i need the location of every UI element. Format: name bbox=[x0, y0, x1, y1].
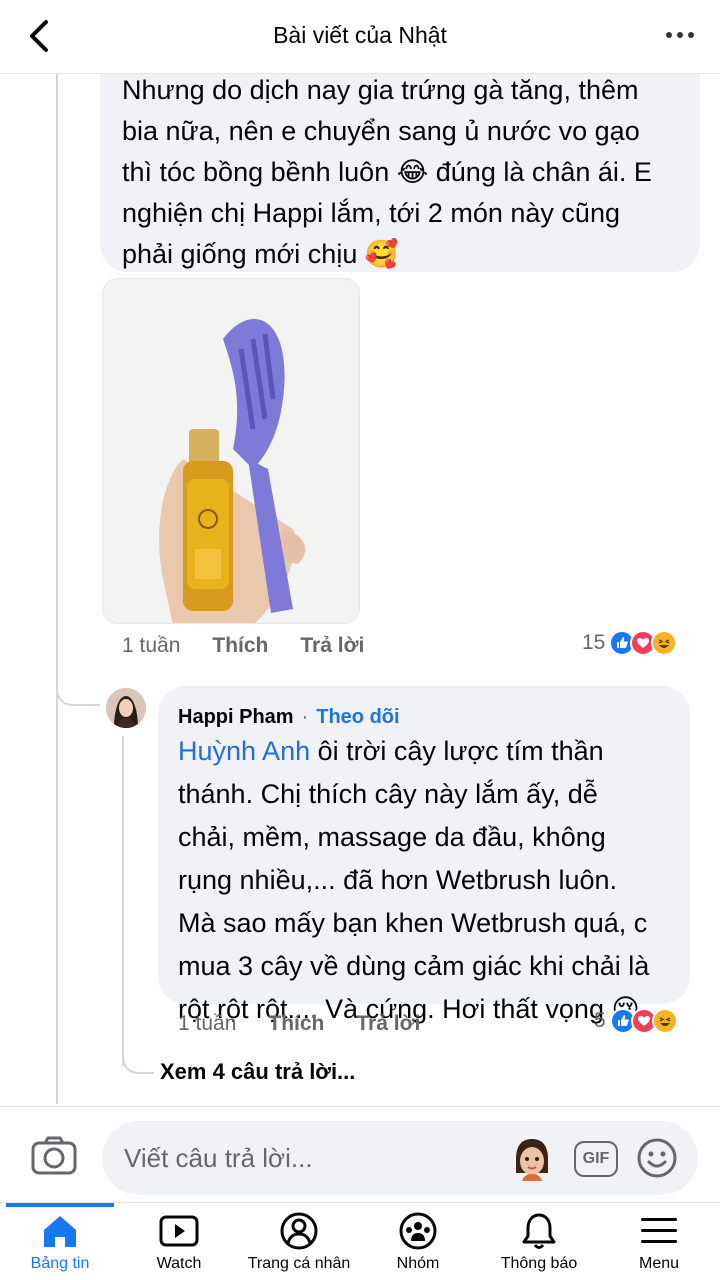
reply-line: Huỳnh Anh ôi trời cây lược tím thần bbox=[178, 731, 670, 772]
more-dot-icon bbox=[666, 32, 672, 38]
user-avatar-image bbox=[106, 688, 146, 728]
comment-line: nghiện chị Happi lắm, tới 2 món này cũng bbox=[122, 198, 620, 228]
reaction-count: 15 bbox=[582, 631, 606, 654]
comment-photo[interactable] bbox=[102, 278, 360, 624]
profile-icon bbox=[280, 1212, 318, 1250]
comment-line: bia nữa, nên e chuyển sang ủ nước vo gạo bbox=[122, 116, 640, 146]
view-more-replies-link[interactable]: Xem 4 câu trả lời... bbox=[160, 1059, 355, 1085]
home-icon bbox=[44, 1216, 76, 1247]
tab-label: Thông báo bbox=[500, 1255, 578, 1272]
tab-groups[interactable]: Nhóm bbox=[358, 1211, 478, 1273]
reply-placeholder: Viết câu trả lời... bbox=[124, 1143, 313, 1173]
author-name[interactable]: Happi Pham bbox=[178, 706, 294, 729]
comment-line: thì tóc bồng bềnh luôn 😂 đúng là chân ái… bbox=[122, 157, 652, 187]
reaction-summary[interactable]: 15 bbox=[582, 630, 678, 656]
reply-comment-button[interactable]: Trả lời bbox=[300, 634, 364, 658]
tab-watch[interactable]: Watch bbox=[119, 1211, 239, 1273]
reply-time: 1 tuần bbox=[178, 1012, 237, 1035]
active-tab-indicator bbox=[6, 1203, 114, 1207]
tab-label: Menu bbox=[638, 1255, 680, 1272]
page-title: Bài viết của Nhật bbox=[273, 22, 447, 48]
reply-actions: 1 tuần Thích Trả lời bbox=[178, 1012, 420, 1036]
separator-dot: · bbox=[301, 706, 309, 728]
groups-icon bbox=[399, 1212, 437, 1250]
avatar[interactable] bbox=[106, 688, 146, 728]
reply-reaction-summary[interactable]: 5 bbox=[594, 1008, 678, 1034]
camera-icon bbox=[31, 1136, 77, 1175]
reply-author-row: Happi Pham · Theo dõi bbox=[178, 706, 670, 729]
reply-line: mua 3 cây về dùng cảm giác khi chải là bbox=[178, 951, 650, 981]
reply-input[interactable]: Viết câu trả lời... GIF bbox=[102, 1121, 698, 1195]
thread-connector-reply bbox=[122, 1030, 154, 1074]
follow-button[interactable]: Theo dõi bbox=[316, 706, 399, 729]
tab-profile[interactable]: Trang cá nhân bbox=[239, 1211, 359, 1273]
haha-icon bbox=[651, 630, 678, 656]
more-dot-icon bbox=[677, 32, 683, 38]
tab-notifications[interactable]: Thông báo bbox=[479, 1211, 599, 1273]
reply-reply-button[interactable]: Trả lời bbox=[356, 1012, 420, 1036]
top-bar: Bài viết của Nhật bbox=[0, 0, 720, 74]
tab-label: Bảng tin bbox=[30, 1255, 90, 1272]
reply-line: thánh. Chị thích cây này lắm ấy, dễ bbox=[178, 779, 598, 809]
bottom-tab-bar: Bảng tin Watch Trang cá nhân Nhóm Thông … bbox=[0, 1202, 720, 1280]
camera-button[interactable] bbox=[30, 1135, 78, 1177]
watch-icon bbox=[159, 1215, 199, 1247]
reaction-count: 5 bbox=[594, 1009, 606, 1032]
tab-label: Trang cá nhân bbox=[247, 1255, 351, 1272]
reply-line: chải, mềm, massage da đầu, không bbox=[178, 822, 606, 852]
reply-line: rụng nhiều,... đã hơn Wetbrush luôn. bbox=[178, 865, 617, 895]
emoji-button[interactable] bbox=[636, 1137, 678, 1179]
tab-label: Nhóm bbox=[396, 1255, 440, 1272]
tab-news-feed[interactable]: Bảng tin bbox=[0, 1211, 120, 1273]
comment-time: 1 tuần bbox=[122, 634, 181, 657]
comment-line: Nhưng do dịch nay gia trứng gà tăng, thê… bbox=[122, 75, 639, 105]
reply-line: Mà sao mấy bạn khen Wetbrush quá, c bbox=[178, 908, 648, 938]
thread-line bbox=[56, 74, 58, 1104]
menu-icon bbox=[641, 1218, 677, 1243]
reply-bubble[interactable]: Happi Pham · Theo dõi Huỳnh Anh ôi trời … bbox=[158, 686, 690, 1024]
reply-line-text: ôi trời cây lược tím thần bbox=[310, 736, 604, 766]
avatar-sticker-icon bbox=[516, 1139, 548, 1181]
tab-menu[interactable]: Menu bbox=[599, 1211, 719, 1273]
thread-connector bbox=[56, 660, 100, 706]
mention-link[interactable]: Huỳnh Anh bbox=[178, 736, 310, 766]
comment-actions: 1 tuần Thích Trả lời bbox=[122, 634, 364, 658]
avatar-sticker-button[interactable] bbox=[506, 1133, 558, 1185]
more-dot-icon bbox=[688, 32, 694, 38]
like-reply-button[interactable]: Thích bbox=[268, 1012, 324, 1036]
hair-brush-and-oil-photo bbox=[103, 279, 359, 623]
tab-label: Watch bbox=[156, 1255, 202, 1272]
like-comment-button[interactable]: Thích bbox=[212, 634, 268, 658]
smiley-icon bbox=[637, 1138, 677, 1178]
reply-composer: Viết câu trả lời... GIF bbox=[0, 1106, 720, 1200]
more-options-button[interactable] bbox=[666, 32, 694, 38]
comment-line: phải giống mới chịu 🥰 bbox=[122, 239, 399, 269]
comment-bubble[interactable]: Nhưng do dịch nay gia trứng gà tăng, thê… bbox=[100, 50, 700, 272]
gif-button[interactable]: GIF bbox=[574, 1141, 618, 1177]
thread-line-reply bbox=[122, 736, 124, 1066]
bell-icon bbox=[522, 1213, 556, 1249]
haha-icon bbox=[651, 1008, 678, 1034]
